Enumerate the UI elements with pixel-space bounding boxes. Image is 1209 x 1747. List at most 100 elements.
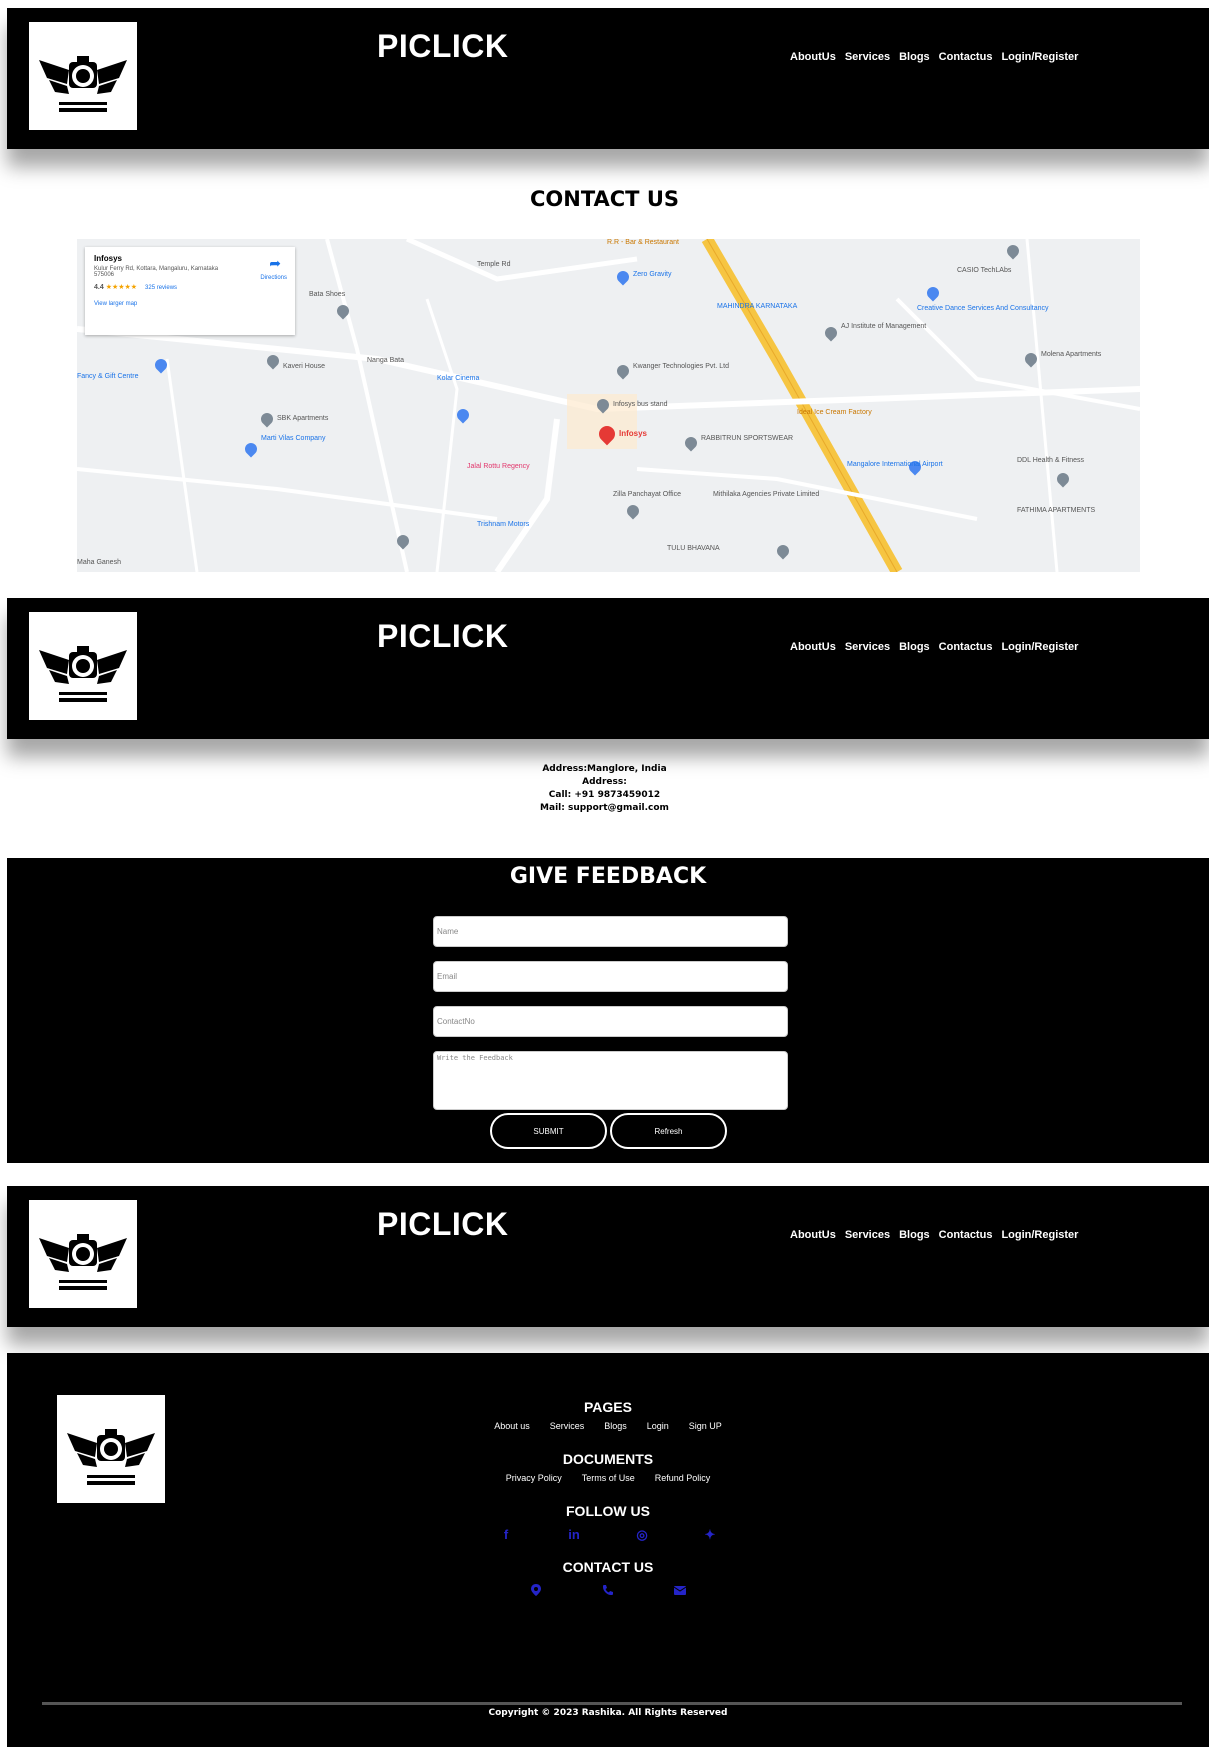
- nav-about-link[interactable]: AboutUs: [790, 51, 836, 63]
- footer-about-link[interactable]: About us: [494, 1421, 530, 1431]
- feedback-section: GIVE FEEDBACK SUBMIT Refresh: [7, 858, 1209, 1163]
- nav-blogs-link[interactable]: Blogs: [899, 1229, 930, 1241]
- refund-policy-link[interactable]: Refund Policy: [655, 1473, 711, 1483]
- nav-menu: AboutUs Services Blogs Contactus Login/R…: [790, 641, 1078, 653]
- map-pin-label: Infosys: [619, 429, 648, 438]
- map-label: FATHIMA APARTMENTS: [1017, 507, 1096, 514]
- terms-of-use-link[interactable]: Terms of Use: [582, 1473, 635, 1483]
- copyright-text: Copyright © 2023 Rashika. All Rights Res…: [488, 1708, 728, 1718]
- submit-button[interactable]: SUBMIT: [490, 1113, 607, 1149]
- footer-divider: [42, 1702, 1182, 1705]
- rating-value: 4.4: [94, 284, 104, 291]
- map-label: Maha Ganesh: [77, 559, 121, 566]
- contact-number-input[interactable]: [433, 1006, 788, 1037]
- map-label: AJ Institute of Management: [841, 323, 927, 330]
- location-icon[interactable]: [530, 1583, 542, 1596]
- email-address: Mail: support@gmail.com: [540, 803, 669, 813]
- nav-about-link[interactable]: AboutUs: [790, 1229, 836, 1241]
- twitter-icon[interactable]: ✦: [704, 1527, 716, 1543]
- footer-contact-heading: CONTACT US: [562, 1559, 654, 1575]
- map-label: Fancy & Gift Centre: [77, 373, 139, 380]
- footer-login-link[interactable]: Login: [647, 1421, 669, 1431]
- linkedin-icon[interactable]: in: [568, 1527, 580, 1543]
- feedback-textarea[interactable]: [433, 1051, 788, 1110]
- map-label: SBK Apartments: [277, 415, 329, 422]
- nav-login-link[interactable]: Login/Register: [1001, 1229, 1078, 1241]
- nav-blogs-link[interactable]: Blogs: [899, 641, 930, 653]
- camera-wings-logo-icon: [39, 1234, 127, 1290]
- map-label: MAHINDRA KARNATAKA: [717, 303, 798, 310]
- footer-services-link[interactable]: Services: [550, 1421, 585, 1431]
- facebook-icon[interactable]: f: [500, 1527, 512, 1543]
- address-label: Address:: [582, 777, 627, 787]
- footer-contact: CONTACT US: [7, 1559, 1209, 1596]
- privacy-policy-link[interactable]: Privacy Policy: [506, 1473, 562, 1483]
- map-label: DDL Health & Fitness: [1017, 457, 1085, 464]
- map-label: TULU BHAVANA: [667, 545, 720, 552]
- nav-contact-link[interactable]: Contactus: [939, 641, 993, 653]
- nav-login-link[interactable]: Login/Register: [1001, 51, 1078, 63]
- embedded-map[interactable]: Infosys Kulur Ferry Rd, Kottara, Mangalu…: [77, 239, 1140, 572]
- footer: PAGES About us Services Blogs Login Sign…: [7, 1353, 1209, 1747]
- map-label: Kolar Cinema: [437, 375, 480, 382]
- nav-contact-link[interactable]: Contactus: [939, 1229, 993, 1241]
- map-label: Zero Gravity: [633, 271, 672, 278]
- map-label: Marti Vilas Company: [261, 435, 326, 442]
- mail-icon[interactable]: [673, 1583, 687, 1595]
- brand-title: PICLICK: [377, 1206, 509, 1242]
- nav-blogs-link[interactable]: Blogs: [899, 51, 930, 63]
- camera-wings-logo-icon: [39, 646, 127, 702]
- refresh-button[interactable]: Refresh: [610, 1113, 727, 1149]
- map-label: Trishnam Motors: [477, 521, 530, 528]
- instagram-icon[interactable]: ◎: [636, 1527, 648, 1543]
- nav-login-link[interactable]: Login/Register: [1001, 641, 1078, 653]
- nav-menu: AboutUs Services Blogs Contactus Login/R…: [790, 1229, 1078, 1241]
- phone-icon[interactable]: [602, 1583, 614, 1595]
- map-label: Jalal Rottu Regency: [467, 463, 530, 470]
- email-input[interactable]: [433, 961, 788, 992]
- place-name: Infosys: [94, 254, 123, 263]
- logo[interactable]: [29, 22, 137, 130]
- map-label: Mangalore International Airport: [847, 461, 943, 468]
- brand-title: PICLICK: [377, 28, 509, 64]
- map-label: Kaveri House: [283, 363, 326, 370]
- map-label: RABBITRUN SPORTSWEAR: [701, 435, 794, 442]
- phone-number: Call: +91 9873459012: [548, 790, 661, 800]
- address-line: Address:Manglore, India: [542, 764, 667, 774]
- nav-about-link[interactable]: AboutUs: [790, 641, 836, 653]
- rating-stars: ★★★★★: [105, 284, 138, 291]
- map-label: Molena Apartments: [1041, 351, 1102, 358]
- map-label: Mithilaka Agencies Private Limited: [713, 491, 820, 498]
- nav-contact-link[interactable]: Contactus: [939, 51, 993, 63]
- footer-follow: FOLLOW US f in ◎ ✦: [7, 1503, 1209, 1543]
- footer-blogs-link[interactable]: Blogs: [604, 1421, 627, 1431]
- directions-icon[interactable]: ➦: [269, 255, 281, 272]
- logo[interactable]: [29, 1200, 137, 1308]
- name-input[interactable]: [433, 916, 788, 947]
- reviews-link[interactable]: 325 reviews: [145, 285, 177, 291]
- logo[interactable]: [29, 612, 137, 720]
- map-label: R.R - Bar & Restaurant: [607, 239, 679, 246]
- view-larger-map-link[interactable]: View larger map: [94, 301, 286, 307]
- pages-heading: PAGES: [584, 1399, 632, 1415]
- directions-link[interactable]: Directions: [260, 275, 287, 281]
- nav-services-link[interactable]: Services: [845, 641, 890, 653]
- navbar-sticky-bottom: PICLICK AboutUs Services Blogs Contactus…: [7, 1186, 1209, 1327]
- place-rating: 4.4 ★★★★★ 325 reviews: [94, 283, 286, 291]
- nav-menu: AboutUs Services Blogs Contactus Login/R…: [790, 51, 1078, 63]
- footer-documents: DOCUMENTS Privacy Policy Terms of Use Re…: [7, 1451, 1209, 1483]
- map-label: Bata Shoes: [309, 291, 346, 298]
- nav-services-link[interactable]: Services: [845, 1229, 890, 1241]
- place-address: Kulur Ferry Rd, Kottara, Mangaluru, Karn…: [94, 266, 219, 278]
- address-block: Address:Manglore, India Address: Call: +…: [0, 763, 1209, 815]
- follow-heading: FOLLOW US: [566, 1503, 650, 1519]
- map-label: Zilla Panchayat Office: [613, 491, 681, 498]
- contact-us-title: CONTACT US: [529, 187, 679, 211]
- nav-services-link[interactable]: Services: [845, 51, 890, 63]
- map-label: CASIO TechLAbs: [957, 267, 1012, 274]
- map-label: Creative Dance Services And Consultancy: [917, 305, 1049, 312]
- map-place-card: Infosys Kulur Ferry Rd, Kottara, Mangalu…: [85, 247, 295, 335]
- map-label: Infosys bus stand: [613, 401, 668, 408]
- footer-signup-link[interactable]: Sign UP: [689, 1421, 722, 1431]
- navbar-sticky: PICLICK AboutUs Services Blogs Contactus…: [7, 598, 1209, 739]
